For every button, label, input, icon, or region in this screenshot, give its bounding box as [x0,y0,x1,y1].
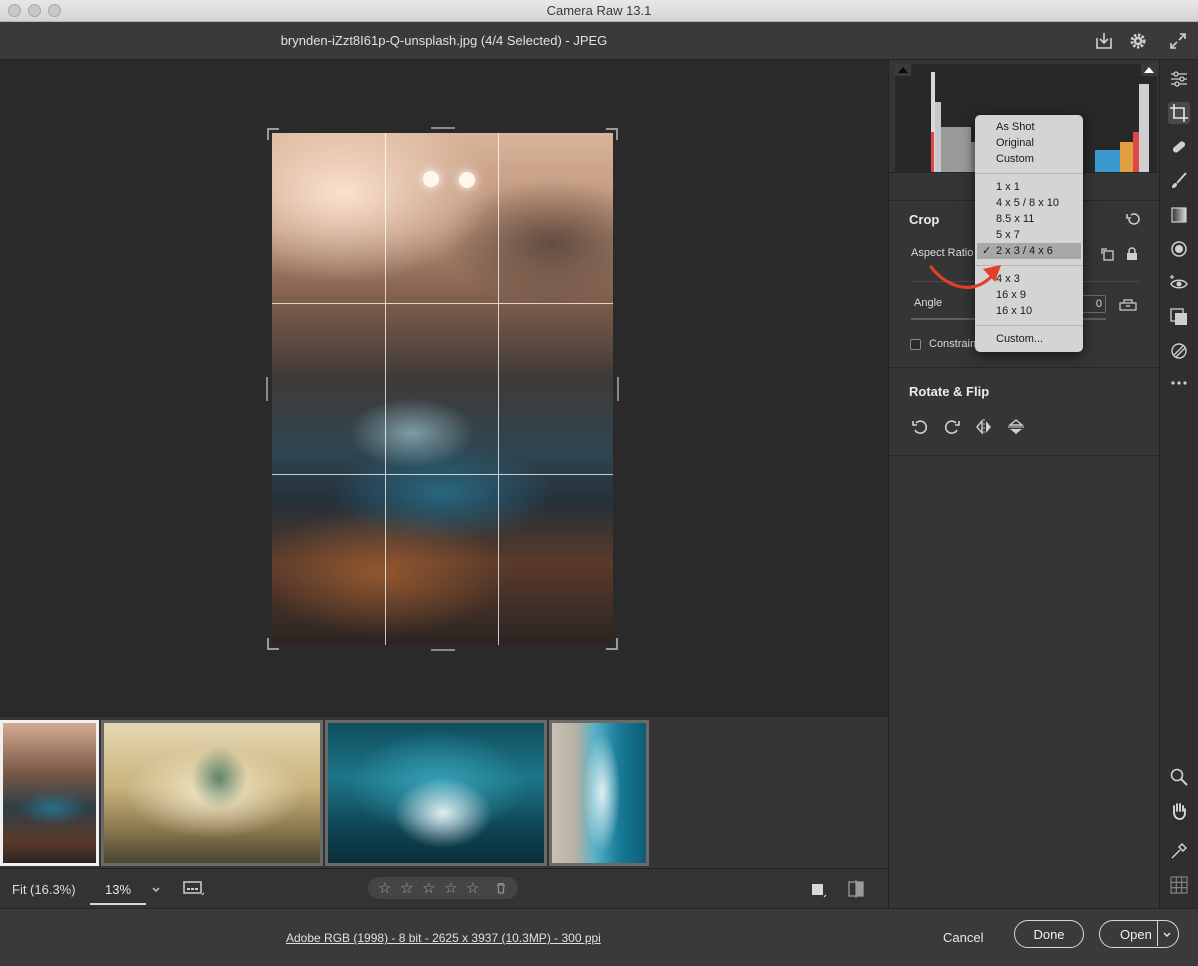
rotate-crop-orientation-icon[interactable] [1100,246,1116,262]
crop-grid-line [272,474,613,475]
crop-tool-icon[interactable] [1168,102,1190,124]
file-header: brynden-iZzt8I61p-Q-unsplash.jpg (4/4 Se… [0,22,1198,60]
histogram-bar [931,132,934,172]
rotate-left-icon[interactable] [911,418,929,436]
crop-corner-handle[interactable] [606,128,618,140]
view-mode-icon[interactable] [810,881,828,899]
status-bar: Adobe RGB (1998) - 8 bit - 2625 x 3937 (… [0,908,1198,966]
menu-item[interactable]: As Shot [996,119,1035,135]
menu-item[interactable]: 8.5 x 11 [996,211,1034,227]
window-titlebar: Camera Raw 13.1 [0,0,1198,22]
menu-item[interactable]: Original [996,135,1034,151]
eyedropper-icon[interactable] [1168,840,1190,862]
filmstrip-thumbnail[interactable] [325,720,547,866]
divider [889,455,1160,456]
flip-horizontal-icon[interactable] [975,418,993,436]
radial-gradient-icon[interactable] [1168,238,1190,260]
red-eye-icon[interactable] [1168,272,1190,294]
fit-zoom-label[interactable]: Fit (16.3%) [12,882,76,897]
hand-tool-icon[interactable] [1168,800,1190,822]
more-options-icon[interactable] [1168,372,1190,394]
save-image-icon[interactable] [1093,30,1115,52]
rating-star[interactable]: ☆ [466,879,479,897]
menu-item[interactable]: Custom... [996,331,1043,347]
filmstrip [0,716,888,868]
menu-item[interactable]: Custom [996,151,1034,167]
menu-item[interactable]: 1 x 1 [996,179,1020,195]
open-button-label: Open [1120,927,1152,942]
rating-star[interactable]: ☆ [444,879,457,897]
menu-item[interactable]: 16 x 10 [996,303,1032,319]
crop-edge-handle[interactable] [431,649,455,651]
bottom-toolbar: Fit (16.3%) 13% ☆ ☆ ☆ ☆ ☆ [0,868,888,908]
crop-corner-handle[interactable] [267,638,279,650]
zoom-tool-icon[interactable] [1168,766,1190,788]
star-rating: ☆ ☆ ☆ ☆ ☆ [368,877,518,899]
brush-icon[interactable] [1168,170,1190,192]
rotate-flip-section-title: Rotate & Flip [909,384,990,399]
rating-star[interactable]: ☆ [422,879,435,897]
crop-section-title: Crop [909,212,940,227]
crop-grid-line [498,133,499,645]
rating-star[interactable]: ☆ [400,879,413,897]
open-button[interactable]: Open [1099,920,1179,948]
before-after-icon[interactable] [846,880,866,898]
highlight-clipping-icon[interactable] [1141,64,1157,76]
zoom-level-field[interactable]: 13% [90,875,146,905]
file-name: brynden-iZzt8I61p-Q-unsplash.jpg (4/4 Se… [280,33,608,48]
crop-grid-line [272,303,613,304]
shadow-clipping-icon[interactable] [895,64,911,76]
rotate-right-icon[interactable] [943,418,961,436]
flip-vertical-icon[interactable] [1007,418,1025,436]
divider [889,367,1160,368]
histogram-bar [1139,84,1149,172]
straighten-tool-icon[interactable] [1118,298,1138,312]
filmstrip-thumbnail[interactable] [549,720,649,866]
chevron-down-icon[interactable] [150,883,162,895]
filmstrip-thumbnail[interactable] [0,720,99,866]
reset-icon[interactable] [1125,212,1141,226]
crop-grid-line [385,133,386,645]
filmstrip-thumbnail[interactable] [101,720,323,866]
linear-gradient-icon[interactable] [1168,204,1190,226]
done-button[interactable]: Done [1014,920,1084,948]
workflow-options-link[interactable]: Adobe RGB (1998) - 8 bit - 2625 x 3937 (… [286,931,601,945]
rating-star[interactable]: ☆ [378,879,391,897]
menu-separator [975,325,1083,326]
crop-edge-handle[interactable] [431,127,455,129]
filmstrip-options-icon[interactable] [182,879,206,899]
crop-preview-image[interactable] [272,133,613,645]
menu-item[interactable]: 5 x 7 [996,227,1020,243]
gear-icon[interactable] [1127,30,1149,52]
crop-edge-handle[interactable] [266,377,268,401]
snapshots-icon[interactable] [1168,306,1190,328]
crop-corner-handle[interactable] [267,128,279,140]
chevron-down-icon[interactable] [1161,928,1173,940]
menu-item[interactable]: 4 x 5 / 8 x 10 [996,195,1059,211]
trash-icon[interactable] [494,881,508,895]
light-glare [423,171,439,187]
constrain-checkbox[interactable] [910,339,921,350]
cancel-button[interactable]: Cancel [943,930,983,945]
crop-edge-handle[interactable] [617,377,619,401]
edit-sliders-icon[interactable] [1168,68,1190,90]
tool-rail [1159,60,1198,908]
aspect-ratio-menu: As Shot Original Custom 1 x 1 4 x 5 / 8 … [975,115,1083,352]
fullscreen-icon[interactable] [1167,30,1189,52]
annotation-arrow-icon [929,265,1001,289]
lock-icon[interactable] [1125,246,1139,262]
grid-overlay-icon[interactable] [1168,874,1190,896]
crop-corner-handle[interactable] [606,638,618,650]
light-glare [459,172,475,188]
presets-icon[interactable] [1168,340,1190,362]
menu-separator [975,173,1083,174]
healing-brush-icon[interactable] [1168,136,1190,158]
image-canvas[interactable] [0,60,888,716]
window-title: Camera Raw 13.1 [546,3,652,18]
histogram-bar [941,127,971,172]
button-divider [1157,921,1158,946]
